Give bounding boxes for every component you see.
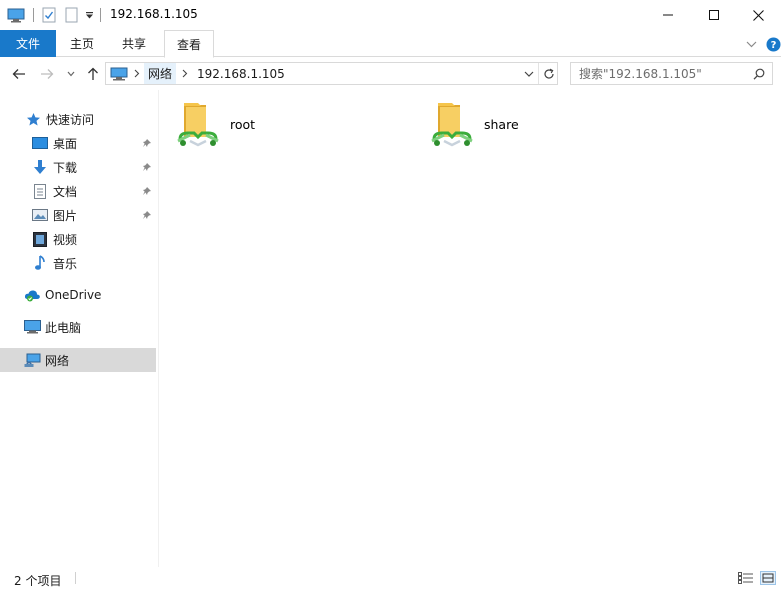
- forward-button[interactable]: [38, 64, 56, 84]
- details-view-icon: [738, 572, 753, 584]
- chevron-down-icon: [524, 71, 534, 77]
- refresh-button[interactable]: [540, 63, 558, 84]
- tab-view[interactable]: 查看: [164, 30, 214, 58]
- shared-folder-icon: [176, 99, 220, 149]
- minimize-button[interactable]: [645, 0, 691, 30]
- sidebar-item-music[interactable]: 音乐: [31, 252, 77, 274]
- music-note-icon: [31, 254, 49, 272]
- tab-file[interactable]: 文件: [0, 30, 56, 57]
- navigation-pane: 快速访问 桌面 下载 文档 图片 视频 音乐 OneDrive 此电脑 网络: [0, 100, 157, 567]
- desktop-icon: [31, 134, 49, 152]
- chevron-down-icon: [67, 71, 75, 77]
- sidebar-item-pictures[interactable]: 图片: [31, 204, 77, 226]
- sidebar-item-downloads[interactable]: 下载: [31, 156, 77, 178]
- list-item[interactable]: share: [414, 94, 664, 154]
- navigation-bar: 网络 192.168.1.105: [0, 58, 781, 90]
- refresh-icon: [544, 68, 554, 79]
- item-count: 2 个项目: [14, 574, 62, 588]
- search-input[interactable]: [579, 65, 749, 82]
- pin-icon: [141, 208, 153, 222]
- large-icons-view-button[interactable]: [760, 571, 776, 585]
- sidebar-item-network[interactable]: 网络: [23, 348, 69, 372]
- tab-home[interactable]: 主页: [56, 30, 108, 57]
- sidebar-item-documents[interactable]: 文档: [31, 180, 77, 202]
- address-dropdown-button[interactable]: [521, 63, 537, 84]
- close-button[interactable]: [736, 0, 781, 30]
- window-title: 192.168.1.105: [110, 7, 198, 21]
- video-icon: [31, 230, 49, 248]
- network-icon: [23, 351, 41, 369]
- maximize-icon: [709, 10, 719, 20]
- star-icon: [24, 110, 42, 128]
- close-icon: [753, 9, 764, 21]
- computer-icon: [23, 318, 41, 336]
- computer-icon[interactable]: [6, 6, 26, 24]
- document-icon: [31, 182, 49, 200]
- sidebar-item-label: 文档: [53, 184, 78, 199]
- download-arrow-icon: [31, 158, 49, 176]
- maximize-button[interactable]: [691, 0, 737, 30]
- pane-divider[interactable]: [158, 90, 159, 568]
- sidebar-item-label: 此电脑: [45, 320, 82, 335]
- title-bar: 192.168.1.105: [0, 0, 781, 30]
- pin-icon: [141, 136, 153, 150]
- sidebar-item-label: OneDrive: [45, 288, 102, 302]
- search-icon[interactable]: [751, 66, 767, 82]
- breadcrumb-separator-icon[interactable]: [178, 63, 192, 84]
- sidebar-item-quick-access[interactable]: 快速访问: [24, 108, 94, 130]
- sidebar-item-label: 视频: [53, 232, 78, 247]
- breadcrumb-separator-icon[interactable]: [130, 63, 144, 84]
- status-bar: 2 个项目: [0, 567, 781, 589]
- properties-icon[interactable]: [40, 6, 58, 24]
- sidebar-item-label: 图片: [53, 208, 78, 223]
- sidebar-item-label: 桌面: [53, 136, 78, 151]
- back-arrow-icon: [12, 69, 25, 79]
- sidebar-item-onedrive[interactable]: OneDrive: [23, 284, 101, 306]
- help-icon[interactable]: ?: [765, 36, 781, 52]
- item-name: root: [230, 116, 256, 132]
- new-folder-icon[interactable]: [63, 6, 79, 24]
- back-button[interactable]: [10, 64, 28, 84]
- up-arrow-icon: [88, 67, 98, 80]
- file-list: root share: [160, 92, 781, 567]
- tab-share[interactable]: 共享: [108, 30, 160, 57]
- onedrive-cloud-icon: [23, 286, 41, 304]
- minimize-icon: [663, 14, 673, 16]
- details-view-button[interactable]: [738, 571, 754, 585]
- svg-text:?: ?: [770, 40, 776, 51]
- address-bar[interactable]: 网络 192.168.1.105: [105, 62, 558, 85]
- sidebar-item-desktop[interactable]: 桌面: [31, 132, 77, 154]
- large-icons-view-icon: [762, 573, 774, 583]
- sidebar-item-label: 网络: [45, 353, 70, 368]
- search-box[interactable]: [570, 62, 773, 85]
- sidebar-item-label: 音乐: [53, 256, 78, 271]
- breadcrumb-network[interactable]: 网络: [144, 63, 176, 84]
- ribbon-tabs: 文件 主页 共享 查看 ?: [0, 30, 781, 58]
- list-item[interactable]: root: [160, 94, 410, 154]
- item-name: share: [484, 116, 519, 132]
- sidebar-item-this-pc[interactable]: 此电脑: [23, 316, 81, 338]
- customize-toolbar-icon[interactable]: [83, 6, 95, 24]
- expand-ribbon-icon[interactable]: [744, 36, 758, 52]
- up-button[interactable]: [84, 64, 102, 84]
- pin-icon: [141, 184, 153, 198]
- picture-icon: [31, 206, 49, 224]
- recent-locations-button[interactable]: [65, 64, 77, 84]
- forward-arrow-icon: [41, 69, 54, 79]
- sidebar-item-label: 快速访问: [46, 112, 95, 127]
- shared-folder-icon: [430, 99, 474, 149]
- sidebar-item-label: 下载: [53, 160, 78, 175]
- pin-icon: [141, 160, 153, 174]
- breadcrumb-current[interactable]: 192.168.1.105: [197, 63, 285, 84]
- network-icon: [109, 63, 129, 84]
- sidebar-item-videos[interactable]: 视频: [31, 228, 77, 250]
